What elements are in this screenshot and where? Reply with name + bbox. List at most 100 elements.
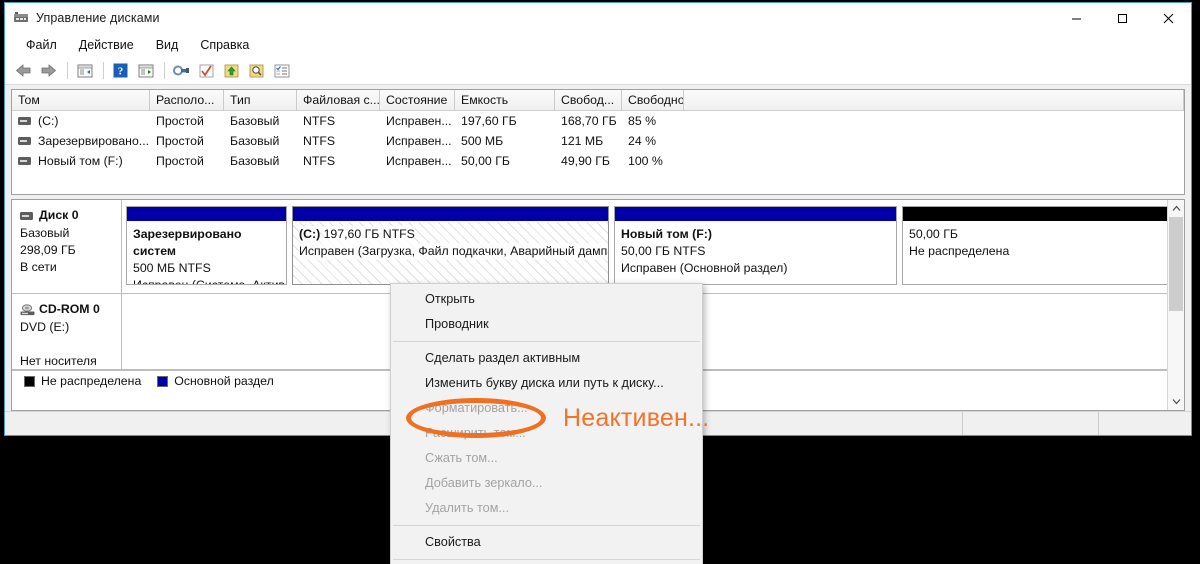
cell-layout: Простой	[156, 134, 204, 148]
legend-label-primary-partition: Основной раздел	[174, 374, 274, 388]
drive-icon	[18, 157, 31, 165]
cell-free-pct: 24 %	[628, 134, 657, 148]
disk-info-disk0: Диск 0 Базовый 298,09 ГБ В сети	[12, 200, 122, 293]
minimize-button[interactable]	[1053, 3, 1099, 33]
legend-item-primary-partition: Основной раздел	[157, 374, 274, 388]
partition-body: (C:) 197,60 ГБ NTFS Исправен (Загрузка, …	[293, 222, 608, 260]
cell-filesystem: NTFS	[303, 114, 336, 128]
partition-c-drive[interactable]: (C:) 197,60 ГБ NTFS Исправен (Загрузка, …	[292, 206, 609, 285]
partition-size: 197,60 ГБ NTFS	[323, 226, 415, 243]
check-volume-icon[interactable]	[195, 60, 218, 82]
cell-free-pct: 85 %	[628, 114, 657, 128]
context-menu-item-add-mirror: Добавить зеркало...	[425, 476, 543, 490]
context-menu-item-properties[interactable]: Свойства	[391, 530, 702, 555]
table-row[interactable]: (C:) Простой Базовый NTFS Исправен... 19…	[12, 111, 1184, 131]
toolbar: ?	[5, 57, 1191, 85]
context-menu-separator	[393, 525, 700, 526]
cell-layout: Простой	[156, 114, 204, 128]
partition-system-reserved[interactable]: Зарезервировано систем 500 МБ NTFS Испра…	[126, 206, 287, 285]
legend-item-unallocated: Не распределена	[24, 374, 141, 388]
partition-size: 500 МБ NTFS	[133, 261, 211, 275]
partition-new-volume-f[interactable]: Новый том (F:) 50,00 ГБ NTFS Исправен (О…	[614, 206, 897, 285]
partition-unallocated[interactable]: 50,00 ГБ Не распределена	[902, 206, 1167, 285]
partition-status: Исправен (Система, Актив	[133, 278, 285, 285]
cell-filesystem: NTFS	[303, 134, 336, 148]
cell-status: Исправен...	[386, 134, 452, 148]
context-menu-item-explorer[interactable]: Проводник	[391, 312, 702, 337]
window-controls	[1053, 3, 1191, 33]
column-header-free-pct[interactable]: Свободно %	[622, 90, 684, 110]
scroll-up-arrow-icon[interactable]	[1168, 200, 1184, 217]
disk-row-disk0[interactable]: Диск 0 Базовый 298,09 ГБ В сети Зарезерв…	[12, 200, 1167, 294]
column-header-type[interactable]: Тип	[224, 90, 297, 110]
partition-title: Новый том (F:)	[621, 227, 712, 241]
cell-free: 168,70 ГБ	[561, 114, 617, 128]
menu-view[interactable]: Вид	[147, 36, 188, 54]
partition-size: 50,00 ГБ NTFS	[621, 244, 706, 258]
list-view-icon[interactable]	[270, 60, 293, 82]
drive-icon	[18, 137, 31, 145]
scrollbar-thumb[interactable]	[1169, 217, 1183, 311]
table-row[interactable]: Зарезервировано... Простой Базовый NTFS …	[12, 131, 1184, 151]
vertical-scrollbar[interactable]	[1167, 200, 1184, 410]
rescan-disks-icon[interactable]	[170, 60, 193, 82]
drive-icon	[18, 117, 31, 125]
partition-body: 50,00 ГБ Не распределена	[903, 222, 1167, 260]
menu-help[interactable]: Справка	[191, 36, 258, 54]
cell-free: 49,90 ГБ	[561, 154, 610, 168]
context-menu-item-open[interactable]: Открыть	[391, 287, 702, 312]
disk-info-cdrom0: CD-ROM 0 DVD (E:) Нет носителя	[12, 294, 122, 369]
status-segment-two	[963, 412, 1099, 435]
disk-name-row: Диск 0	[20, 207, 121, 224]
context-menu-separator	[393, 559, 700, 560]
context-menu-item-shrink-volume: Сжать том...	[425, 451, 498, 465]
context-menu-item-change-letter[interactable]: Изменить букву диска или путь к диску...	[391, 371, 702, 396]
properties-icon[interactable]	[134, 60, 157, 82]
disk-management-icon	[13, 10, 29, 26]
title-bar: Управление дисками	[5, 3, 1191, 33]
table-row[interactable]: Новый том (F:) Простой Базовый NTFS Испр…	[12, 151, 1184, 171]
cell-volume: (C:)	[12, 111, 150, 131]
menu-action[interactable]: Действие	[70, 36, 143, 54]
disk-type: DVD (E:)	[20, 320, 70, 334]
forward-arrow-icon[interactable]	[37, 60, 60, 82]
column-header-status[interactable]: Состояние	[380, 90, 455, 110]
partition-color-bar	[615, 207, 896, 222]
scroll-down-arrow-icon[interactable]	[1168, 393, 1184, 410]
cell-free: 121 МБ	[561, 134, 604, 148]
close-button[interactable]	[1145, 3, 1191, 33]
cell-status: Исправен...	[386, 154, 452, 168]
column-header-capacity[interactable]: Емкость	[455, 90, 555, 110]
maximize-button[interactable]	[1099, 3, 1145, 33]
scrollbar-track[interactable]	[1168, 217, 1184, 393]
svg-text:?: ?	[118, 66, 124, 78]
partition-status: Исправен (Загрузка, Файл подкачки, Авари…	[299, 243, 608, 260]
context-menu-item-mark-active[interactable]: Сделать раздел активным	[391, 346, 702, 371]
cell-filesystem: NTFS	[303, 154, 336, 168]
disk-size: 298,09 ГБ	[20, 243, 76, 257]
cell-type: Базовый	[230, 114, 280, 128]
partition-title: Зарезервировано систем	[133, 227, 242, 258]
column-header-free[interactable]: Свобод...	[555, 90, 622, 110]
column-header-layout[interactable]: Располо...	[150, 90, 224, 110]
disk-type: Базовый	[20, 226, 70, 240]
volume-list-header: Том Располо... Тип Файловая с... Состоян…	[12, 90, 1184, 111]
column-header-filesystem[interactable]: Файловая с...	[297, 90, 380, 110]
help-icon[interactable]: ?	[109, 60, 132, 82]
disk-name: Диск 0	[39, 208, 79, 222]
back-arrow-icon[interactable]	[12, 60, 35, 82]
show-hide-console-tree-icon[interactable]	[73, 60, 96, 82]
menu-file[interactable]: Файл	[17, 36, 66, 54]
partition-size: 50,00 ГБ	[909, 227, 958, 241]
disk0-partition-area: Зарезервировано систем 500 МБ NTFS Испра…	[122, 200, 1167, 293]
column-header-volume[interactable]: Том	[12, 90, 150, 110]
volume-list-pane: Том Располо... Тип Файловая с... Состоян…	[11, 89, 1185, 195]
cell-type: Базовый	[230, 134, 280, 148]
refresh-icon[interactable]	[220, 60, 243, 82]
partition-status: Исправен (Основной раздел)	[621, 261, 788, 275]
search-icon[interactable]	[245, 60, 268, 82]
disk-name-row: CD-ROM 0	[20, 301, 121, 318]
disk-state: В сети	[20, 260, 57, 274]
partition-color-bar	[127, 207, 286, 222]
disk-state: Нет носителя	[20, 354, 97, 368]
